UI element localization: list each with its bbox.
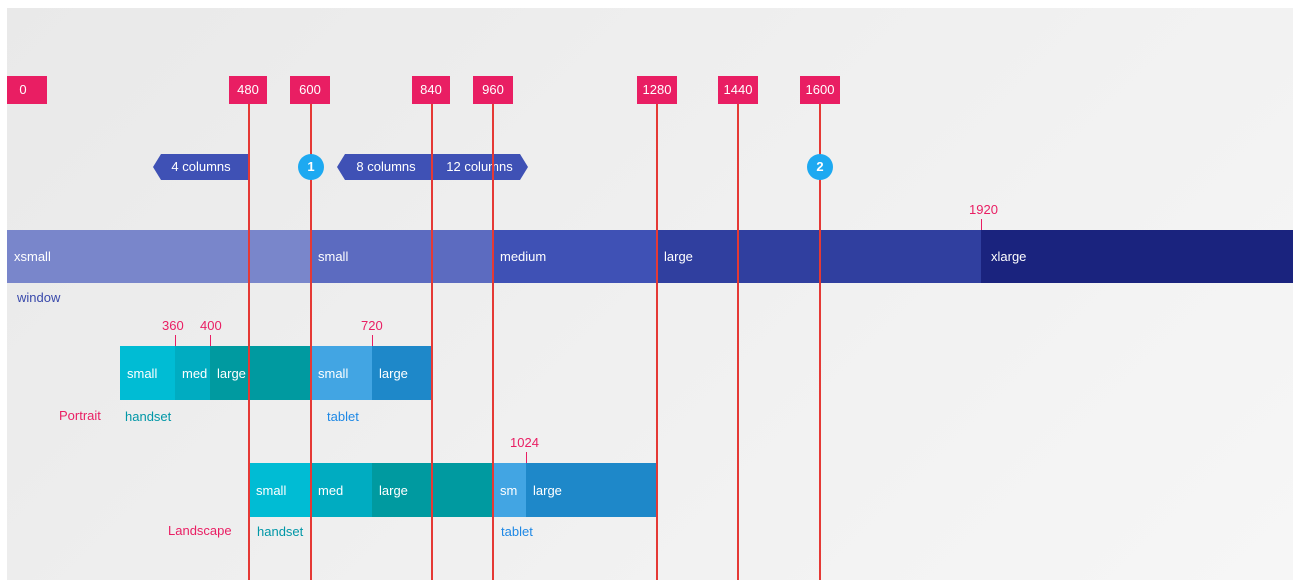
- breakpoint-1280: 1280: [637, 76, 677, 104]
- breakpoint-0: 0: [7, 76, 47, 104]
- marker-2: 2: [807, 154, 833, 180]
- portrait-tablet-large: large: [372, 346, 432, 400]
- tick-400: [210, 335, 211, 346]
- label-720: 720: [361, 318, 383, 333]
- window-caption: window: [17, 290, 61, 305]
- column-tag-8: 8 columns: [337, 154, 431, 180]
- tick-1024: [526, 452, 527, 463]
- portrait-row-label: Portrait: [59, 408, 101, 423]
- tick-360: [175, 335, 176, 346]
- label-1920: 1920: [969, 202, 998, 217]
- gridline-960: [492, 104, 494, 580]
- column-tag-12: 12 columns: [431, 154, 528, 180]
- breakpoint-480: 480: [229, 76, 267, 104]
- marker-1: 1: [298, 154, 324, 180]
- portrait-handset-med: med: [175, 346, 210, 400]
- portrait-handset-large: large: [210, 346, 311, 400]
- column-tag-4: 4 columns: [153, 154, 249, 180]
- breakpoint-1600: 1600: [800, 76, 840, 104]
- tick-720: [372, 335, 373, 346]
- landscape-handset-small: small: [249, 463, 311, 517]
- tick-1920: [981, 219, 982, 230]
- landscape-tablet-caption: tablet: [501, 524, 533, 539]
- breakpoint-960: 960: [473, 76, 513, 104]
- gridline-1440: [737, 104, 739, 580]
- landscape-tablet-small: sm: [493, 463, 526, 517]
- breakpoint-600: 600: [290, 76, 330, 104]
- portrait-tablet-small: small: [311, 346, 372, 400]
- breakpoint-1440: 1440: [718, 76, 758, 104]
- gridline-480: [248, 104, 250, 580]
- portrait-handset-caption: handset: [125, 409, 172, 424]
- window-medium: medium: [493, 230, 657, 283]
- landscape-handset-caption: handset: [257, 524, 304, 539]
- gridline-840: [431, 104, 433, 580]
- breakpoint-diagram: xsmall small medium large xlarge window …: [7, 8, 1293, 580]
- label-1024: 1024: [510, 435, 539, 450]
- window-small: small: [311, 230, 493, 283]
- breakpoint-840: 840: [412, 76, 450, 104]
- portrait-tablet-caption: tablet: [327, 409, 359, 424]
- label-400: 400: [200, 318, 222, 333]
- landscape-tablet-large: large: [526, 463, 657, 517]
- landscape-row-label: Landscape: [168, 523, 232, 538]
- window-xsmall: xsmall: [7, 230, 311, 283]
- gridline-1280: [656, 104, 658, 580]
- label-360: 360: [162, 318, 184, 333]
- landscape-handset-med: med: [311, 463, 372, 517]
- portrait-handset-small: small: [120, 346, 175, 400]
- window-xlarge: xlarge: [981, 230, 1293, 283]
